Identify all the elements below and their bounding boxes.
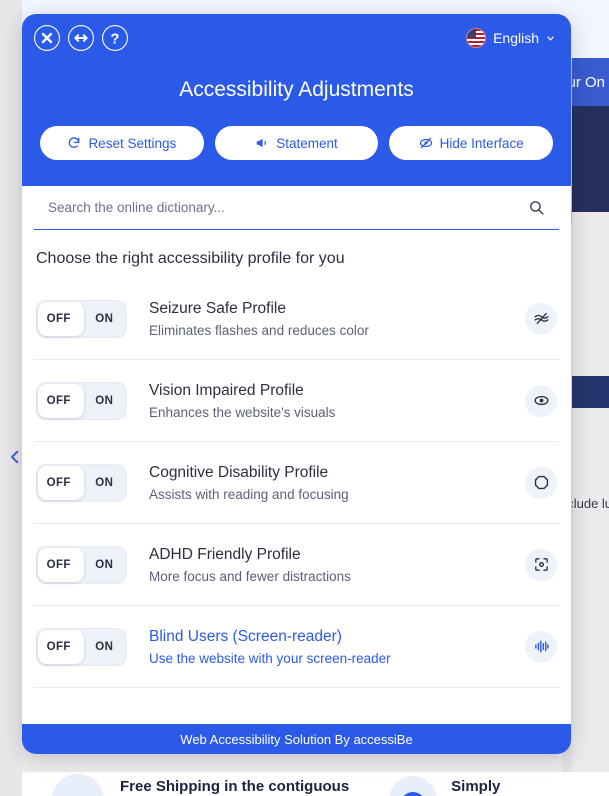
toggle-off-label: OFF	[46, 476, 71, 489]
hide-interface-label: Hide Interface	[439, 135, 524, 151]
toggle-cognitive-disability[interactable]: OFF ON	[36, 463, 127, 502]
eye-icon	[525, 384, 557, 417]
toggle-off-label: OFF	[46, 394, 71, 407]
svg-text:?: ?	[111, 32, 120, 48]
toggle-on-label: ON	[95, 312, 114, 325]
profile-text: Seizure Safe Profile Eliminates flashes …	[127, 300, 525, 338]
toggle-seizure-safe[interactable]: OFF ON	[36, 299, 127, 338]
profile-name: Vision Impaired Profile	[149, 381, 304, 399]
audio-wave-icon	[525, 630, 557, 663]
widget-header-toolbar: ? English	[22, 14, 571, 62]
toggle-vision-impaired[interactable]: OFF ON	[36, 381, 127, 420]
widget-footer-label: Web Accessibility Solution By accessiBe	[180, 731, 413, 747]
widget-header-actions: Reset Settings Statement Hide Interface	[22, 106, 571, 186]
us-flag-icon	[466, 28, 487, 48]
profile-desc: Enhances the website's visuals	[149, 404, 336, 420]
profile-row-blind-users[interactable]: OFF ON Blind Users (Screen-reader) Use t…	[34, 606, 559, 688]
profile-text: Blind Users (Screen-reader) Use the webs…	[127, 628, 525, 666]
background-footer-strip: Free Shipping in the contiguous Simply	[22, 772, 609, 796]
profile-row-vision-impaired[interactable]: OFF ON Vision Impaired Profile Enhances …	[34, 360, 559, 442]
statement-button[interactable]: Statement	[214, 126, 379, 160]
profile-text: Vision Impaired Profile Enhances the web…	[127, 382, 525, 420]
profile-name: ADHD Friendly Profile	[149, 545, 301, 563]
profile-desc: More focus and fewer distractions	[149, 568, 351, 584]
check-badge-icon	[389, 776, 438, 796]
waves-icon	[525, 302, 557, 335]
profile-name: Cognitive Disability Profile	[149, 463, 329, 481]
megaphone-icon	[256, 138, 267, 148]
toggle-on-label: ON	[95, 476, 114, 489]
statement-label: Statement	[276, 135, 338, 151]
toggle-on-label: ON	[95, 394, 114, 407]
background-left-rail	[0, 0, 22, 796]
profile-row-seizure-safe[interactable]: OFF ON Seizure Safe Profile Eliminates f…	[34, 278, 559, 360]
search-bar[interactable]	[34, 186, 559, 230]
profiles-list: Choose the right accessibility profile f…	[34, 230, 559, 690]
profiles-list-title: Choose the right accessibility profile f…	[36, 250, 345, 267]
profile-name: Seizure Safe Profile	[149, 299, 286, 317]
profile-row-adhd-friendly[interactable]: OFF ON ADHD Friendly Profile More focus …	[34, 524, 559, 606]
toggle-off-label: OFF	[46, 312, 71, 325]
toggle-blind-users[interactable]: OFF ON	[36, 627, 127, 666]
background-footer-item-1: Free Shipping in the contiguous	[120, 778, 350, 795]
reset-settings-label: Reset Settings	[88, 135, 177, 151]
chevron-down-icon	[547, 35, 554, 41]
background-footer-item-2: Simply	[451, 778, 501, 795]
widget-title: Accessibility Adjustments	[179, 78, 414, 101]
close-icon[interactable]	[34, 25, 60, 51]
shipping-icon	[52, 774, 104, 796]
reset-settings-button[interactable]: Reset Settings	[40, 126, 204, 160]
toggle-on-label: ON	[95, 640, 114, 653]
eye-off-icon	[419, 137, 432, 149]
link-divider	[34, 688, 559, 690]
profile-desc: Assists with reading and focusing	[149, 486, 349, 502]
help-icon[interactable]: ?	[102, 25, 128, 51]
search-input[interactable]	[48, 200, 528, 215]
toggle-adhd-friendly[interactable]: OFF ON	[36, 545, 127, 584]
profile-desc: Eliminates flashes and reduces color	[149, 322, 369, 338]
profile-name: Blind Users (Screen-reader)	[149, 627, 342, 645]
accessibility-widget: ? English Accessibility Adjustments Rese…	[22, 14, 571, 754]
focus-scan-icon	[525, 548, 557, 581]
toggle-on-label: ON	[95, 558, 114, 571]
profile-desc: Use the website with your screen-reader	[149, 650, 391, 666]
widget-header: ? English Accessibility Adjustments Rese…	[22, 14, 571, 186]
toggle-off-label: OFF	[46, 558, 71, 571]
reset-icon	[69, 137, 80, 148]
profile-text: ADHD Friendly Profile More focus and few…	[127, 546, 525, 584]
search-icon[interactable]	[528, 199, 545, 216]
profile-row-cognitive-disability[interactable]: OFF ON Cognitive Disability Profile Assi…	[34, 442, 559, 524]
resize-icon[interactable]	[68, 25, 94, 51]
widget-footer[interactable]: Web Accessibility Solution By accessiBe	[22, 724, 571, 754]
language-label: English	[493, 30, 539, 46]
toggle-off-label: OFF	[46, 640, 71, 653]
profile-text: Cognitive Disability Profile Assists wit…	[127, 464, 525, 502]
language-selector[interactable]: English	[466, 28, 555, 48]
hide-interface-button[interactable]: Hide Interface	[389, 126, 554, 160]
octagon-icon	[525, 466, 557, 499]
